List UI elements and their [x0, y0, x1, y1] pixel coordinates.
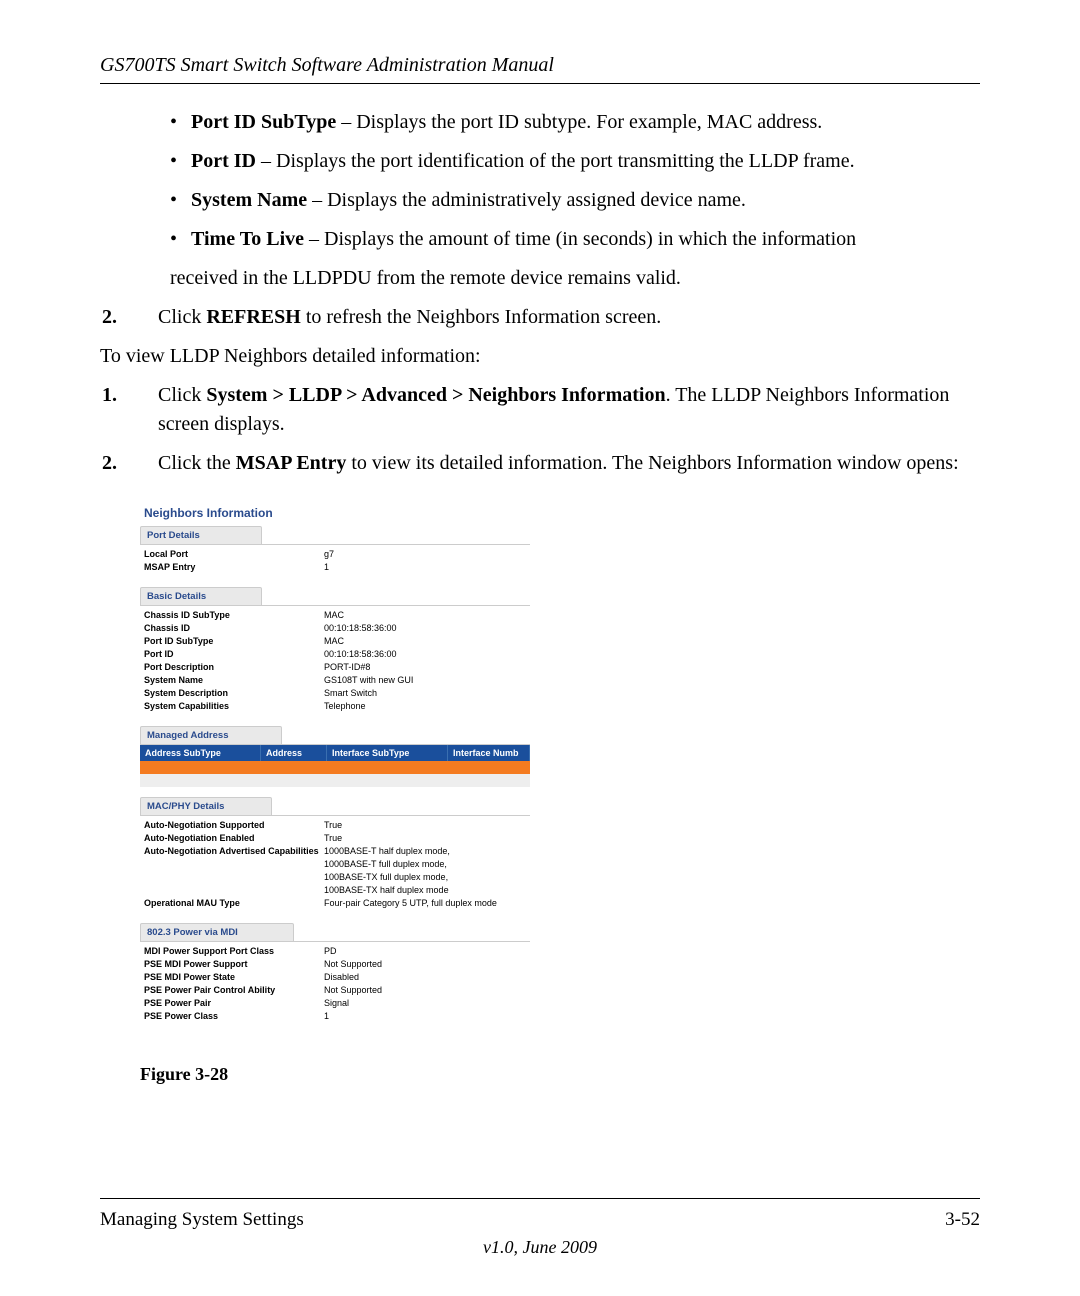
section-basic-details: Basic Details Chassis ID SubTypeMAC Chas… — [140, 587, 530, 716]
row-pse-mdi-power-support: PSE MDI Power SupportNot Supported — [144, 957, 526, 970]
section-port-details: Port Details Local Portg7 MSAP Entry1 — [140, 526, 530, 577]
row-pse-mdi-power-state: PSE MDI Power StateDisabled — [144, 970, 526, 983]
panel-title: Neighbors Information — [140, 504, 530, 526]
row-autoneg-supported: Auto-Negotiation SupportedTrue — [144, 818, 526, 831]
row-chassis-id: Chassis ID00:10:18:58:36:00 — [144, 621, 526, 634]
row-system-capabilities: System CapabilitiesTelephone — [144, 699, 526, 712]
table-row — [140, 774, 530, 787]
footer-version: v1.0, June 2009 — [100, 1237, 980, 1258]
managed-address-table-head: Address SubType Address Interface SubTyp… — [140, 745, 530, 761]
row-autoneg-adv-caps: Auto-Negotiation Advertised Capabilities… — [144, 844, 526, 857]
row-operational-mau-type: Operational MAU TypeFour-pair Category 5… — [144, 896, 526, 909]
row-autoneg-enabled: Auto-Negotiation EnabledTrue — [144, 831, 526, 844]
step-refresh-list: 2.Click REFRESH to refresh the Neighbors… — [130, 303, 980, 332]
footer-page-number: 3-52 — [945, 1209, 980, 1231]
field-bullets: Port ID SubType – Displays the port ID s… — [170, 108, 980, 254]
view-steps: 1.Click System > LLDP > Advanced > Neigh… — [130, 381, 980, 478]
bullet-system-name: System Name – Displays the administrativ… — [170, 186, 980, 215]
bullet-time-to-live: Time To Live – Displays the amount of ti… — [170, 225, 980, 254]
footer-section-title: Managing System Settings — [100, 1209, 304, 1231]
section-power-mdi: 802.3 Power via MDI MDI Power Support Po… — [140, 923, 530, 1026]
neighbors-info-panel: Neighbors Information Port Details Local… — [140, 498, 530, 1046]
row-pse-power-pair: PSE Power PairSignal — [144, 996, 526, 1009]
section-managed-address: Managed Address Address SubType Address … — [140, 726, 530, 787]
section-header: Port Details — [140, 526, 262, 545]
table-row — [140, 761, 530, 774]
col-address-subtype: Address SubType — [140, 745, 261, 761]
row-port-description: Port DescriptionPORT-ID#8 — [144, 660, 526, 673]
para-view-neighbors: To view LLDP Neighbors detailed informat… — [100, 342, 980, 371]
running-head: GS700TS Smart Switch Software Administra… — [100, 54, 980, 77]
row-autoneg-adv-caps-2: 1000BASE-T full duplex mode, — [144, 857, 526, 870]
row-local-port: Local Portg7 — [144, 547, 526, 560]
section-macphy-details: MAC/PHY Details Auto-Negotiation Support… — [140, 797, 530, 913]
col-interface-subtype: Interface SubType — [327, 745, 448, 761]
col-interface-number: Interface Numb — [448, 745, 530, 761]
page-footer: Managing System Settings 3-52 v1.0, June… — [100, 1198, 980, 1258]
figure-3-28: Neighbors Information Port Details Local… — [140, 498, 980, 1085]
row-autoneg-adv-caps-3: 100BASE-TX full duplex mode, — [144, 870, 526, 883]
row-system-name: System NameGS108T with new GUI — [144, 673, 526, 686]
bullet-port-id: Port ID – Displays the port identificati… — [170, 147, 980, 176]
step-msap-entry: 2.Click the MSAP Entry to view its detai… — [130, 449, 980, 478]
bottom-rule — [100, 1198, 980, 1199]
figure-caption: Figure 3-28 — [140, 1064, 980, 1085]
bullet-continuation: received in the LLDPDU from the remote d… — [170, 264, 980, 293]
step-navigate: 1.Click System > LLDP > Advanced > Neigh… — [130, 381, 980, 439]
section-header: 802.3 Power via MDI — [140, 923, 294, 942]
section-header: Basic Details — [140, 587, 262, 606]
col-address: Address — [261, 745, 327, 761]
section-header: MAC/PHY Details — [140, 797, 272, 816]
row-port-id-subtype: Port ID SubTypeMAC — [144, 634, 526, 647]
section-header: Managed Address — [140, 726, 282, 745]
row-chassis-id-subtype: Chassis ID SubTypeMAC — [144, 608, 526, 621]
row-msap-entry: MSAP Entry1 — [144, 560, 526, 573]
row-pse-power-class: PSE Power Class1 — [144, 1009, 526, 1022]
bullet-port-id-subtype: Port ID SubType – Displays the port ID s… — [170, 108, 980, 137]
row-port-id: Port ID00:10:18:58:36:00 — [144, 647, 526, 660]
row-pse-pair-control: PSE Power Pair Control AbilityNot Suppor… — [144, 983, 526, 996]
row-autoneg-adv-caps-4: 100BASE-TX half duplex mode — [144, 883, 526, 896]
step-refresh: 2.Click REFRESH to refresh the Neighbors… — [130, 303, 980, 332]
row-system-description: System DescriptionSmart Switch — [144, 686, 526, 699]
top-rule — [100, 83, 980, 84]
row-mdi-power-class: MDI Power Support Port ClassPD — [144, 944, 526, 957]
